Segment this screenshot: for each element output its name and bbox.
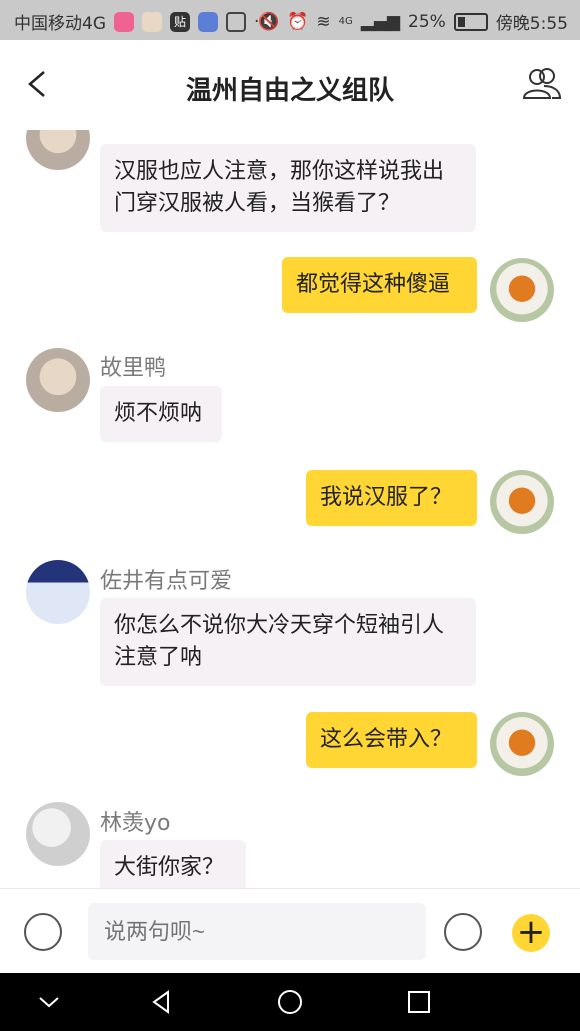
message-bubble[interactable]: 你怎么不说你大冷天穿个短袖引人注意了呐 [100, 598, 476, 686]
battery-percent: 25% [408, 11, 446, 32]
more-actions-button[interactable]: + [512, 914, 550, 952]
signal-icon: ▂▄▆ [360, 11, 401, 32]
carrier-label: 中国移动4G [14, 14, 106, 34]
chat-title: 温州自由之义组队 [185, 76, 394, 106]
avatar[interactable] [490, 712, 554, 776]
hide-keyboard-icon[interactable] [34, 987, 64, 1017]
avatar[interactable] [26, 560, 90, 624]
sender-name: 佐井有点可爱 [100, 569, 233, 594]
message-input[interactable] [88, 903, 426, 960]
emoji-icon[interactable] [444, 913, 482, 951]
message-bubble[interactable]: 都觉得这种傻逼 [282, 257, 477, 313]
recents-nav-icon[interactable] [404, 987, 434, 1017]
shape-notification-icon [226, 11, 246, 32]
network-type-label: 4G [338, 16, 353, 27]
message-bubble[interactable]: 我说汉服了？ [306, 470, 477, 526]
app-notification-icon [142, 11, 162, 32]
home-nav-icon[interactable] [275, 987, 305, 1017]
tieba-notification-icon: 贴 [170, 11, 190, 32]
message-list[interactable]: 汉服也应人注意，那你这样说我出门穿汉服被人看，当猴看了？ 都觉得这种傻逼 故里鸭… [0, 130, 580, 888]
message-bubble[interactable]: 这么会带入？ [306, 712, 477, 768]
paw-notification-icon [198, 11, 218, 32]
clock: 傍晚5:55 [495, 14, 568, 34]
mute-icon: 🔇 [258, 11, 280, 32]
message-bubble[interactable]: 汉服也应人注意，那你这样说我出门穿汉服被人看，当猴看了？ [100, 144, 476, 232]
avatar[interactable] [26, 130, 90, 170]
message-bubble[interactable]: 大街你家？ [100, 840, 246, 888]
sender-name: 林羡yo [100, 811, 171, 836]
system-nav-bar [0, 973, 580, 1031]
back-nav-icon[interactable] [146, 987, 176, 1017]
battery-icon [453, 12, 488, 31]
wifi-icon: ≋ [316, 11, 331, 32]
app-notification-icon [114, 11, 134, 32]
avatar[interactable] [26, 348, 90, 412]
avatar[interactable] [490, 258, 554, 322]
alarm-icon: ⏰ [287, 11, 309, 32]
status-bar: 中国移动4G 贴 ··· 🔇 ⏰ ≋ 4G ▂▄▆ 25% 傍晚5:55 [0, 0, 580, 40]
input-bar: + [0, 888, 580, 974]
sender-name: 故里鸭 [100, 356, 167, 381]
group-members-icon[interactable] [520, 66, 562, 102]
avatar[interactable] [26, 802, 90, 866]
avatar[interactable] [490, 470, 554, 534]
message-bubble[interactable]: 烦不烦呐 [100, 386, 222, 442]
voice-input-icon[interactable] [24, 913, 62, 951]
chat-header: 温州自由之义组队 [0, 40, 580, 131]
